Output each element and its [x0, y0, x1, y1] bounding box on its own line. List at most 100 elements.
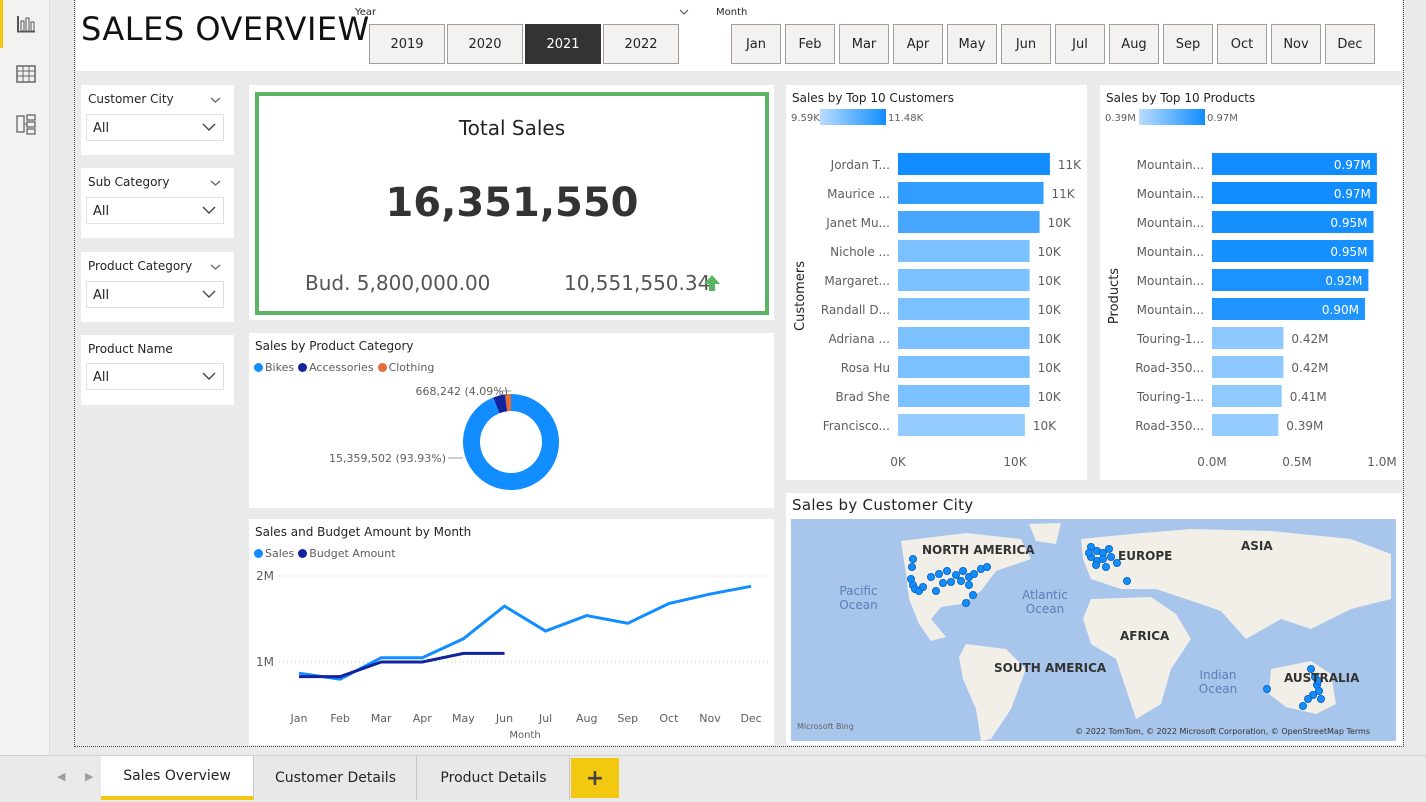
chevron-down-icon[interactable] [210, 263, 221, 271]
city-marker[interactable] [908, 563, 917, 572]
city-marker[interactable] [961, 599, 970, 608]
city-marker[interactable] [969, 570, 978, 579]
category-label: Adriana ... [829, 332, 890, 346]
chevron-down-icon[interactable] [210, 96, 221, 104]
category-label: Rosa Hu [841, 361, 890, 375]
series-line-sales[interactable] [298, 584, 752, 681]
city-marker[interactable] [1304, 694, 1313, 703]
tab-scroll-left-icon[interactable]: ◀ [57, 770, 65, 783]
month-button-oct[interactable]: Oct [1217, 24, 1267, 64]
city-marker[interactable] [1098, 555, 1107, 564]
city-marker[interactable] [946, 578, 955, 587]
city-marker[interactable] [964, 581, 973, 590]
city-marker[interactable] [1298, 701, 1307, 710]
month-button-apr[interactable]: Apr [893, 24, 943, 64]
city-marker[interactable] [1317, 694, 1326, 703]
city-marker[interactable] [926, 573, 935, 582]
chevron-down-icon[interactable] [679, 8, 689, 16]
month-button-sep[interactable]: Sep [1163, 24, 1213, 64]
slicer-label: Customer City [88, 92, 174, 106]
africa-shape [1083, 597, 1191, 719]
gradient-min-label: 9.59K [791, 113, 820, 124]
city-marker[interactable] [982, 563, 991, 572]
bar[interactable] [898, 269, 1030, 291]
customer-city-map[interactable]: NORTH AMERICA EUROPE ASIA AFRICA SOUTH A… [791, 519, 1396, 741]
city-marker[interactable] [1122, 577, 1131, 586]
total-sales-kpi-card[interactable]: Total Sales 16,351,550 Bud. 5,800,000.00… [255, 92, 769, 315]
month-button-mar[interactable]: Mar [839, 24, 889, 64]
bar[interactable] [898, 356, 1030, 378]
bar[interactable] [898, 240, 1030, 262]
chart-title: Sales by Customer City [792, 496, 974, 514]
city-marker[interactable] [909, 555, 918, 564]
bar[interactable] [898, 414, 1025, 436]
year-button-2021[interactable]: 2021 [525, 24, 601, 64]
sub-category-dropdown[interactable]: All [86, 197, 224, 224]
data-label: 0.95M [1330, 216, 1367, 230]
bar[interactable] [898, 182, 1044, 204]
product-name-dropdown[interactable]: All [86, 363, 224, 390]
tab-product-details[interactable]: Product Details [418, 756, 570, 800]
tab-sales-overview[interactable]: Sales Overview [101, 756, 254, 800]
category-label: Touring-1... [1136, 332, 1204, 346]
category-label: Randall D... [821, 303, 890, 317]
bar[interactable] [898, 153, 1050, 175]
city-marker[interactable] [1104, 544, 1113, 553]
report-icon[interactable] [15, 13, 37, 35]
city-marker[interactable] [1101, 563, 1110, 572]
bar[interactable] [898, 327, 1030, 349]
city-marker[interactable] [934, 570, 943, 579]
bar[interactable] [1212, 327, 1284, 349]
city-marker[interactable] [958, 567, 967, 576]
month-button-feb[interactable]: Feb [785, 24, 835, 64]
tab-scroll-right-icon[interactable]: ▶ [85, 770, 93, 783]
category-chart-panel[interactable]: Sales by Product Category Bikes Accessori… [249, 333, 774, 508]
model-icon[interactable] [15, 113, 37, 135]
city-marker[interactable] [938, 579, 947, 588]
city-marker[interactable] [942, 567, 951, 576]
year-button-2020[interactable]: 2020 [447, 24, 523, 64]
city-marker[interactable] [1106, 553, 1115, 562]
month-button-dec[interactable]: Dec [1325, 24, 1375, 64]
category-label: Janet Mu... [825, 216, 890, 230]
city-marker[interactable] [968, 591, 977, 600]
category-label: Mountain... [1137, 245, 1204, 259]
map-label-australia: AUSTRALIA [1284, 671, 1360, 685]
month-button-jul[interactable]: Jul [1055, 24, 1105, 64]
city-marker[interactable] [1091, 561, 1100, 570]
month-button-nov[interactable]: Nov [1271, 24, 1321, 64]
bar[interactable] [1212, 385, 1282, 407]
tab-customer-details[interactable]: Customer Details [255, 756, 417, 800]
city-marker[interactable] [956, 577, 965, 586]
bar[interactable] [898, 385, 1030, 407]
x-axis-title: Month [509, 730, 540, 741]
bar[interactable] [898, 211, 1040, 233]
customer-city-dropdown[interactable]: All [86, 114, 224, 141]
bar[interactable] [1212, 356, 1284, 378]
top-customers-chart-panel[interactable]: Sales by Top 10 Customers 9.59K 11.48K Cus… [786, 85, 1087, 480]
city-marker[interactable] [918, 583, 927, 592]
map-copyright[interactable]: © 2022 TomTom, © 2022 Microsoft Corporat… [1075, 727, 1370, 736]
x-tick-label: Sep [617, 712, 638, 725]
year-button-2019[interactable]: 2019 [369, 24, 445, 64]
data-label: 10K [1038, 332, 1062, 346]
city-marker[interactable] [1262, 684, 1271, 693]
month-button-may[interactable]: May [947, 24, 997, 64]
year-button-2022[interactable]: 2022 [603, 24, 679, 64]
bar[interactable] [898, 298, 1030, 320]
sales-budget-chart-panel[interactable]: Sales and Budget Amount by Month Sales Bu… [249, 519, 774, 745]
city-marker[interactable] [951, 571, 960, 580]
month-button-aug[interactable]: Aug [1109, 24, 1159, 64]
add-page-button[interactable]: + [571, 758, 619, 798]
city-marker[interactable] [1084, 548, 1093, 557]
data-label: 0.97M [1334, 187, 1371, 201]
top-products-chart-panel[interactable]: Sales by Top 10 Products 0.39M 0.97M Produ… [1100, 85, 1402, 480]
product-category-dropdown[interactable]: All [86, 281, 224, 308]
chevron-down-icon[interactable] [210, 179, 221, 187]
month-button-jun[interactable]: Jun [1001, 24, 1051, 64]
month-button-jan[interactable]: Jan [731, 24, 781, 64]
table-icon[interactable] [15, 63, 37, 85]
city-marker[interactable] [931, 587, 940, 596]
slicer-label: Product Category [88, 259, 193, 273]
bar[interactable] [1212, 414, 1279, 436]
